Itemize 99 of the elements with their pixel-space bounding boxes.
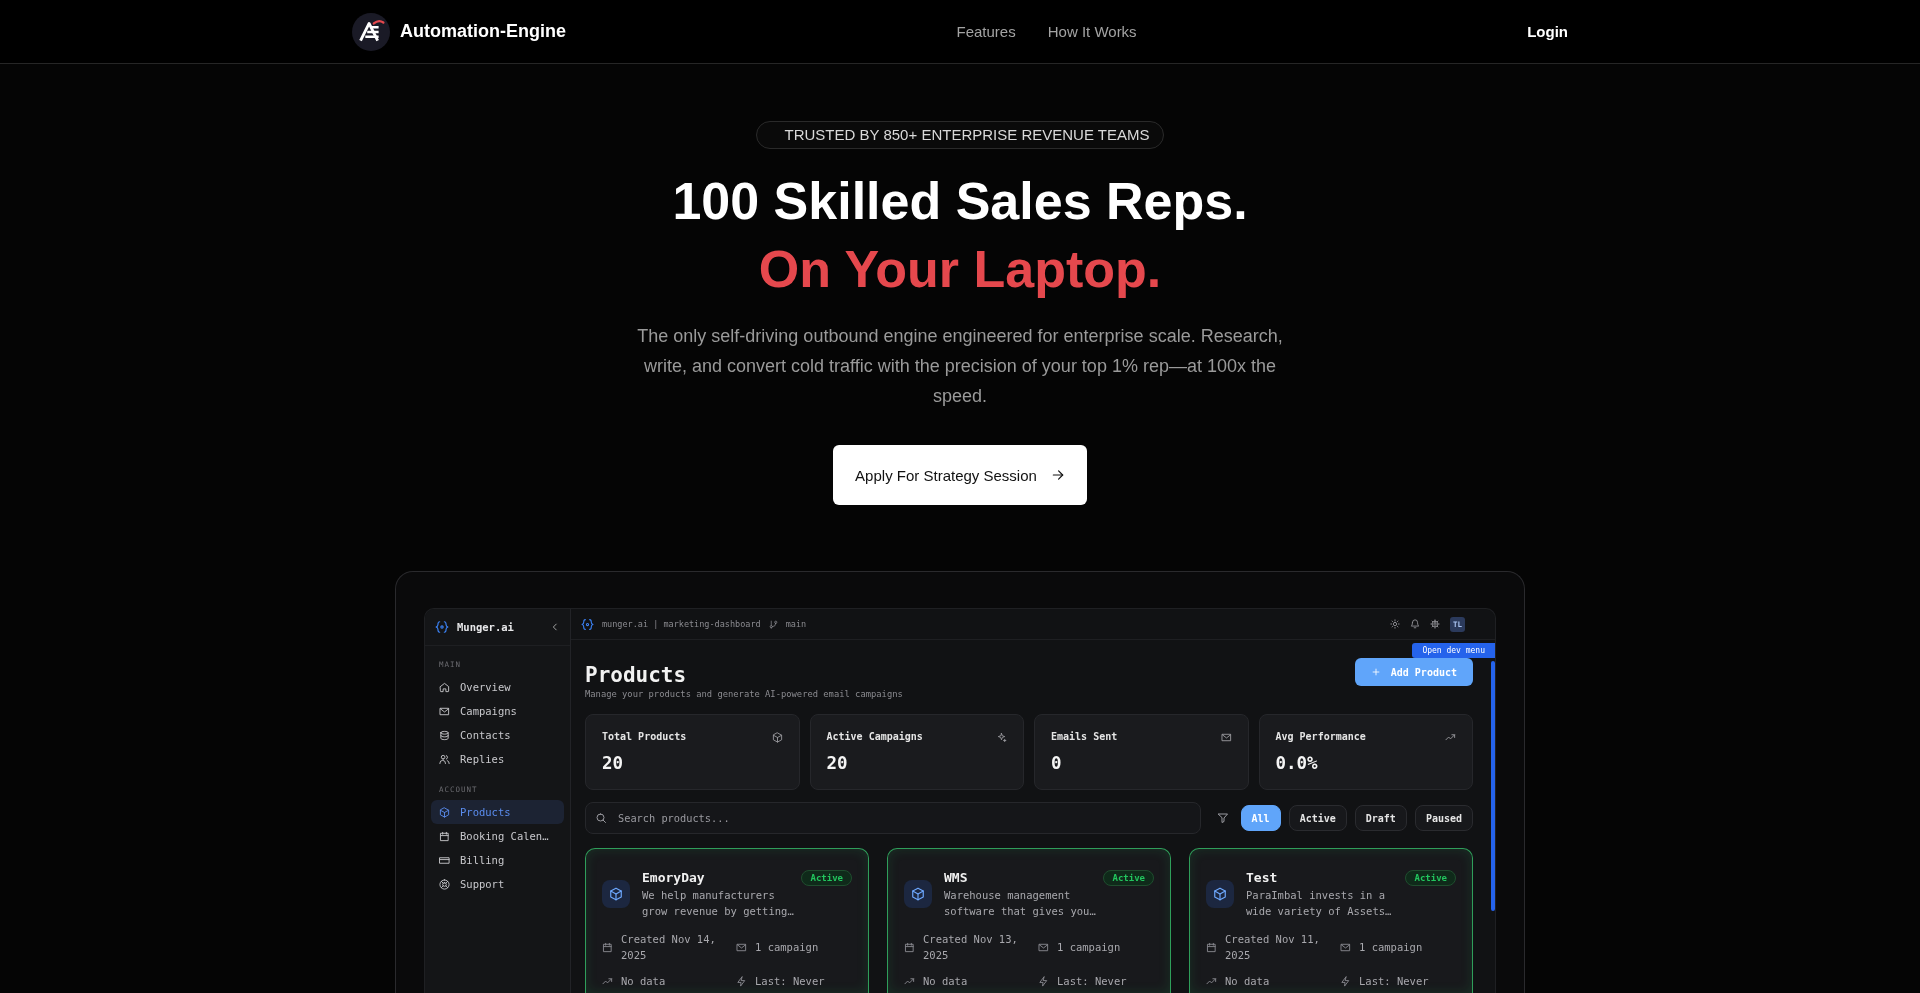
product-card[interactable]: EmoryDay We help manufacturers grow revenue by getting… Active Created Nov 14, 2025 1 campaign No data Last: Never <box>585 848 869 993</box>
lightning-icon <box>1038 975 1049 987</box>
project-path: munger.ai | marketing-dashboard <box>602 619 761 629</box>
arrow-right-icon <box>1050 468 1065 482</box>
lightning-icon <box>736 975 747 987</box>
database-icon <box>439 729 450 741</box>
stat-label: Active Campaigns <box>826 730 923 744</box>
scrollbar-thumb[interactable] <box>1491 661 1495 911</box>
calendar-icon <box>439 830 450 842</box>
sidebar-item[interactable]: Support <box>431 872 564 896</box>
chevron-left-icon[interactable] <box>550 622 560 632</box>
login-link[interactable]: Login <box>1527 23 1568 40</box>
performance-text: No data <box>621 974 666 989</box>
branch-icon <box>768 619 778 629</box>
branch-name: main <box>785 619 807 629</box>
box-icon <box>771 731 783 743</box>
status-badge: Active <box>1405 870 1456 886</box>
last-sent-text: Last: Never <box>1057 974 1127 989</box>
sidebar-item[interactable]: Products <box>431 800 564 824</box>
stat-label: Emails Sent <box>1051 730 1118 744</box>
stat-label: Avg Performance <box>1275 730 1366 744</box>
trending-up-icon <box>904 975 915 987</box>
brand-link[interactable]: Automation-Engine <box>352 12 566 51</box>
sidebar-item[interactable]: Campaigns <box>431 699 564 723</box>
sidebar-item[interactable]: Billing <box>431 848 564 872</box>
lightning-icon <box>1340 975 1351 987</box>
nav-link[interactable]: How It Works <box>1047 23 1137 40</box>
product-card[interactable]: Test ParaImbal invests in a wide variety of Assets… Active Created Nov 11, 2025 1 campaign No data Last: Never <box>1189 848 1473 993</box>
stat-value: 0 <box>1051 752 1063 774</box>
hero-description: The only self-driving outbound engine engineered for enterprise scale. Research, write, and convert cold traffic with the precision of your top 1% rep—at 100x the speed. <box>636 325 1284 408</box>
hero-title: 100 Skilled Sales Reps. <box>672 171 1248 232</box>
notification-bell-icon[interactable] <box>1410 619 1420 629</box>
filter-chip[interactable]: Draft <box>1354 805 1407 831</box>
mail-icon <box>1220 731 1232 743</box>
box-icon <box>439 806 450 818</box>
performance-text: No data <box>1225 974 1270 989</box>
sidebar-item[interactable]: Replies <box>431 747 564 771</box>
settings-icon[interactable] <box>1430 619 1440 629</box>
filter-icon[interactable] <box>1216 812 1229 824</box>
credit-card-icon <box>439 854 450 866</box>
page-subtitle: Manage your products and generate AI-powered email campaigns <box>585 688 903 700</box>
users-icon <box>439 753 450 765</box>
product-description: Warehouse management software that gives you… <box>944 888 1097 919</box>
lifebuoy-icon <box>439 878 450 890</box>
trending-up-icon <box>602 975 613 987</box>
mail-icon <box>439 705 450 717</box>
box-icon <box>1206 880 1234 908</box>
page-title: Products <box>585 662 688 688</box>
stat-label: Total Products <box>602 730 687 744</box>
search-field[interactable]: Search products... <box>585 802 1201 834</box>
sidebar-brand: Munger.ai <box>457 621 514 633</box>
sun-icon[interactable] <box>1390 619 1400 629</box>
mail-icon <box>1340 941 1351 953</box>
bracket-logo-icon <box>435 620 449 634</box>
mail-icon <box>736 941 747 953</box>
campaign-count: 1 campaign <box>1057 940 1121 955</box>
home-icon <box>439 681 450 693</box>
trending-up-icon <box>1206 975 1217 987</box>
search-icon <box>595 812 607 824</box>
calendar-icon <box>602 941 613 953</box>
created-date: Created Nov 14, 2025 <box>621 932 717 963</box>
filter-chip[interactable]: Paused <box>1414 805 1473 831</box>
last-sent-text: Last: Never <box>1359 974 1429 989</box>
created-date: Created Nov 11, 2025 <box>1225 932 1321 963</box>
status-badge: Active <box>1103 870 1154 886</box>
dev-menu-button[interactable]: Open dev menu <box>1412 643 1495 658</box>
plus-icon <box>1370 667 1381 677</box>
box-icon <box>904 880 932 908</box>
sidebar-item[interactable]: Booking Calen… <box>431 824 564 848</box>
last-sent-text: Last: Never <box>755 974 825 989</box>
nav-link[interactable]: Features <box>956 23 1016 40</box>
trust-badge: TRUSTED BY 850+ ENTERPRISE REVENUE TEAMS <box>755 121 1165 149</box>
hero-title-accent: On Your Laptop. <box>758 239 1162 300</box>
calendar-icon <box>1206 941 1217 953</box>
product-description: We help manufacturers grow revenue by getting… <box>642 888 795 919</box>
product-description: ParaImbal invests in a wide variety of Assets… <box>1246 888 1393 919</box>
filter-chip[interactable]: Active <box>1288 805 1347 831</box>
product-card[interactable]: WMS Warehouse management software that gives you… Active Created Nov 13, 2025 1 campaign No data Last: Never <box>887 848 1171 993</box>
stat-value: 0.0% <box>1275 752 1319 774</box>
sidebar-item[interactable]: Overview <box>431 675 564 699</box>
trending-up-icon <box>1445 731 1456 743</box>
stat-value: 20 <box>602 752 625 774</box>
bracket-logo-icon <box>581 617 594 631</box>
product-name: Test <box>1246 869 1278 887</box>
sparkle-icon <box>996 731 1007 743</box>
calendar-icon <box>904 941 915 953</box>
mail-icon <box>1038 941 1049 953</box>
status-badge: Active <box>801 870 852 886</box>
strategy-session-button[interactable]: Apply For Strategy Session <box>833 445 1087 505</box>
created-date: Created Nov 13, 2025 <box>923 932 1019 963</box>
logo-icon <box>352 12 390 51</box>
campaign-count: 1 campaign <box>755 940 819 955</box>
campaign-count: 1 campaign <box>1359 940 1423 955</box>
performance-text: No data <box>923 974 968 989</box>
box-icon <box>602 880 630 908</box>
stat-value: 20 <box>826 752 849 774</box>
sidebar-item[interactable]: Contacts <box>431 723 564 747</box>
product-name: EmoryDay <box>642 869 705 887</box>
product-name: WMS <box>944 869 968 887</box>
